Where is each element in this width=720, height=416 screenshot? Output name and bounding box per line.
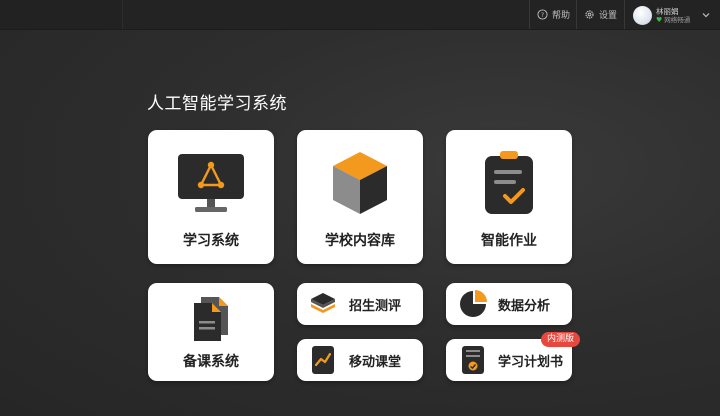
settings-button[interactable]: 设置 [584,0,617,29]
avatar [633,5,652,25]
gear-icon [585,10,594,19]
help-button[interactable]: ? 帮助 [537,0,570,29]
help-label: 帮助 [552,11,571,21]
divider [576,0,577,29]
plan-document-icon [462,346,484,374]
clipboard-icon [485,151,533,214]
tablet-chart-icon [312,346,334,374]
user-name: 林丽娟 [656,6,679,16]
card-label: 学校内容库 [325,233,395,249]
card-admission-test[interactable]: 招生测评 [297,283,423,325]
card-smart-homework[interactable]: 智能作业 [446,130,572,264]
card-label: 移动课堂 [349,355,402,370]
card-mobile-class[interactable]: 移动课堂 [297,339,423,381]
card-learning-system[interactable]: 学习系统 [148,130,274,264]
user-menu[interactable]: 林丽娟 ♥ 网络畅通 [633,4,710,26]
network-status-text: 网络畅通 [664,15,691,24]
svg-text:?: ? [541,11,544,19]
heart-icon: ♥ [656,15,663,24]
divider [624,0,625,29]
card-label: 学习系统 [183,233,239,249]
chevron-down-icon[interactable] [702,12,710,18]
card-label: 备课系统 [183,354,239,370]
top-bar-logo-area [0,0,123,29]
monitor-icon [178,154,244,212]
card-data-analysis[interactable]: 数据分析 [446,283,572,325]
pie-chart-icon [460,290,487,317]
layers-icon [311,293,335,313]
documents-icon [194,297,228,341]
help-icon: ? [537,9,548,20]
card-label: 智能作业 [481,233,537,249]
beta-badge: 内测版 [541,332,581,347]
card-label: 数据分析 [498,299,551,314]
card-label: 学习计划书 [498,355,564,370]
settings-label: 设置 [599,11,618,21]
divider [529,0,530,29]
box-icon [333,152,387,214]
network-status: ♥ 网络畅通 [656,16,690,24]
page-title: 人工智能学习系统 [147,94,287,114]
card-school-content[interactable]: 学校内容库 [297,130,423,264]
top-bar: ? 帮助 设置 林丽娟 ♥ 网络畅通 [0,0,720,30]
card-label: 招生测评 [349,299,402,314]
card-lesson-prep[interactable]: 备课系统 [148,283,274,381]
